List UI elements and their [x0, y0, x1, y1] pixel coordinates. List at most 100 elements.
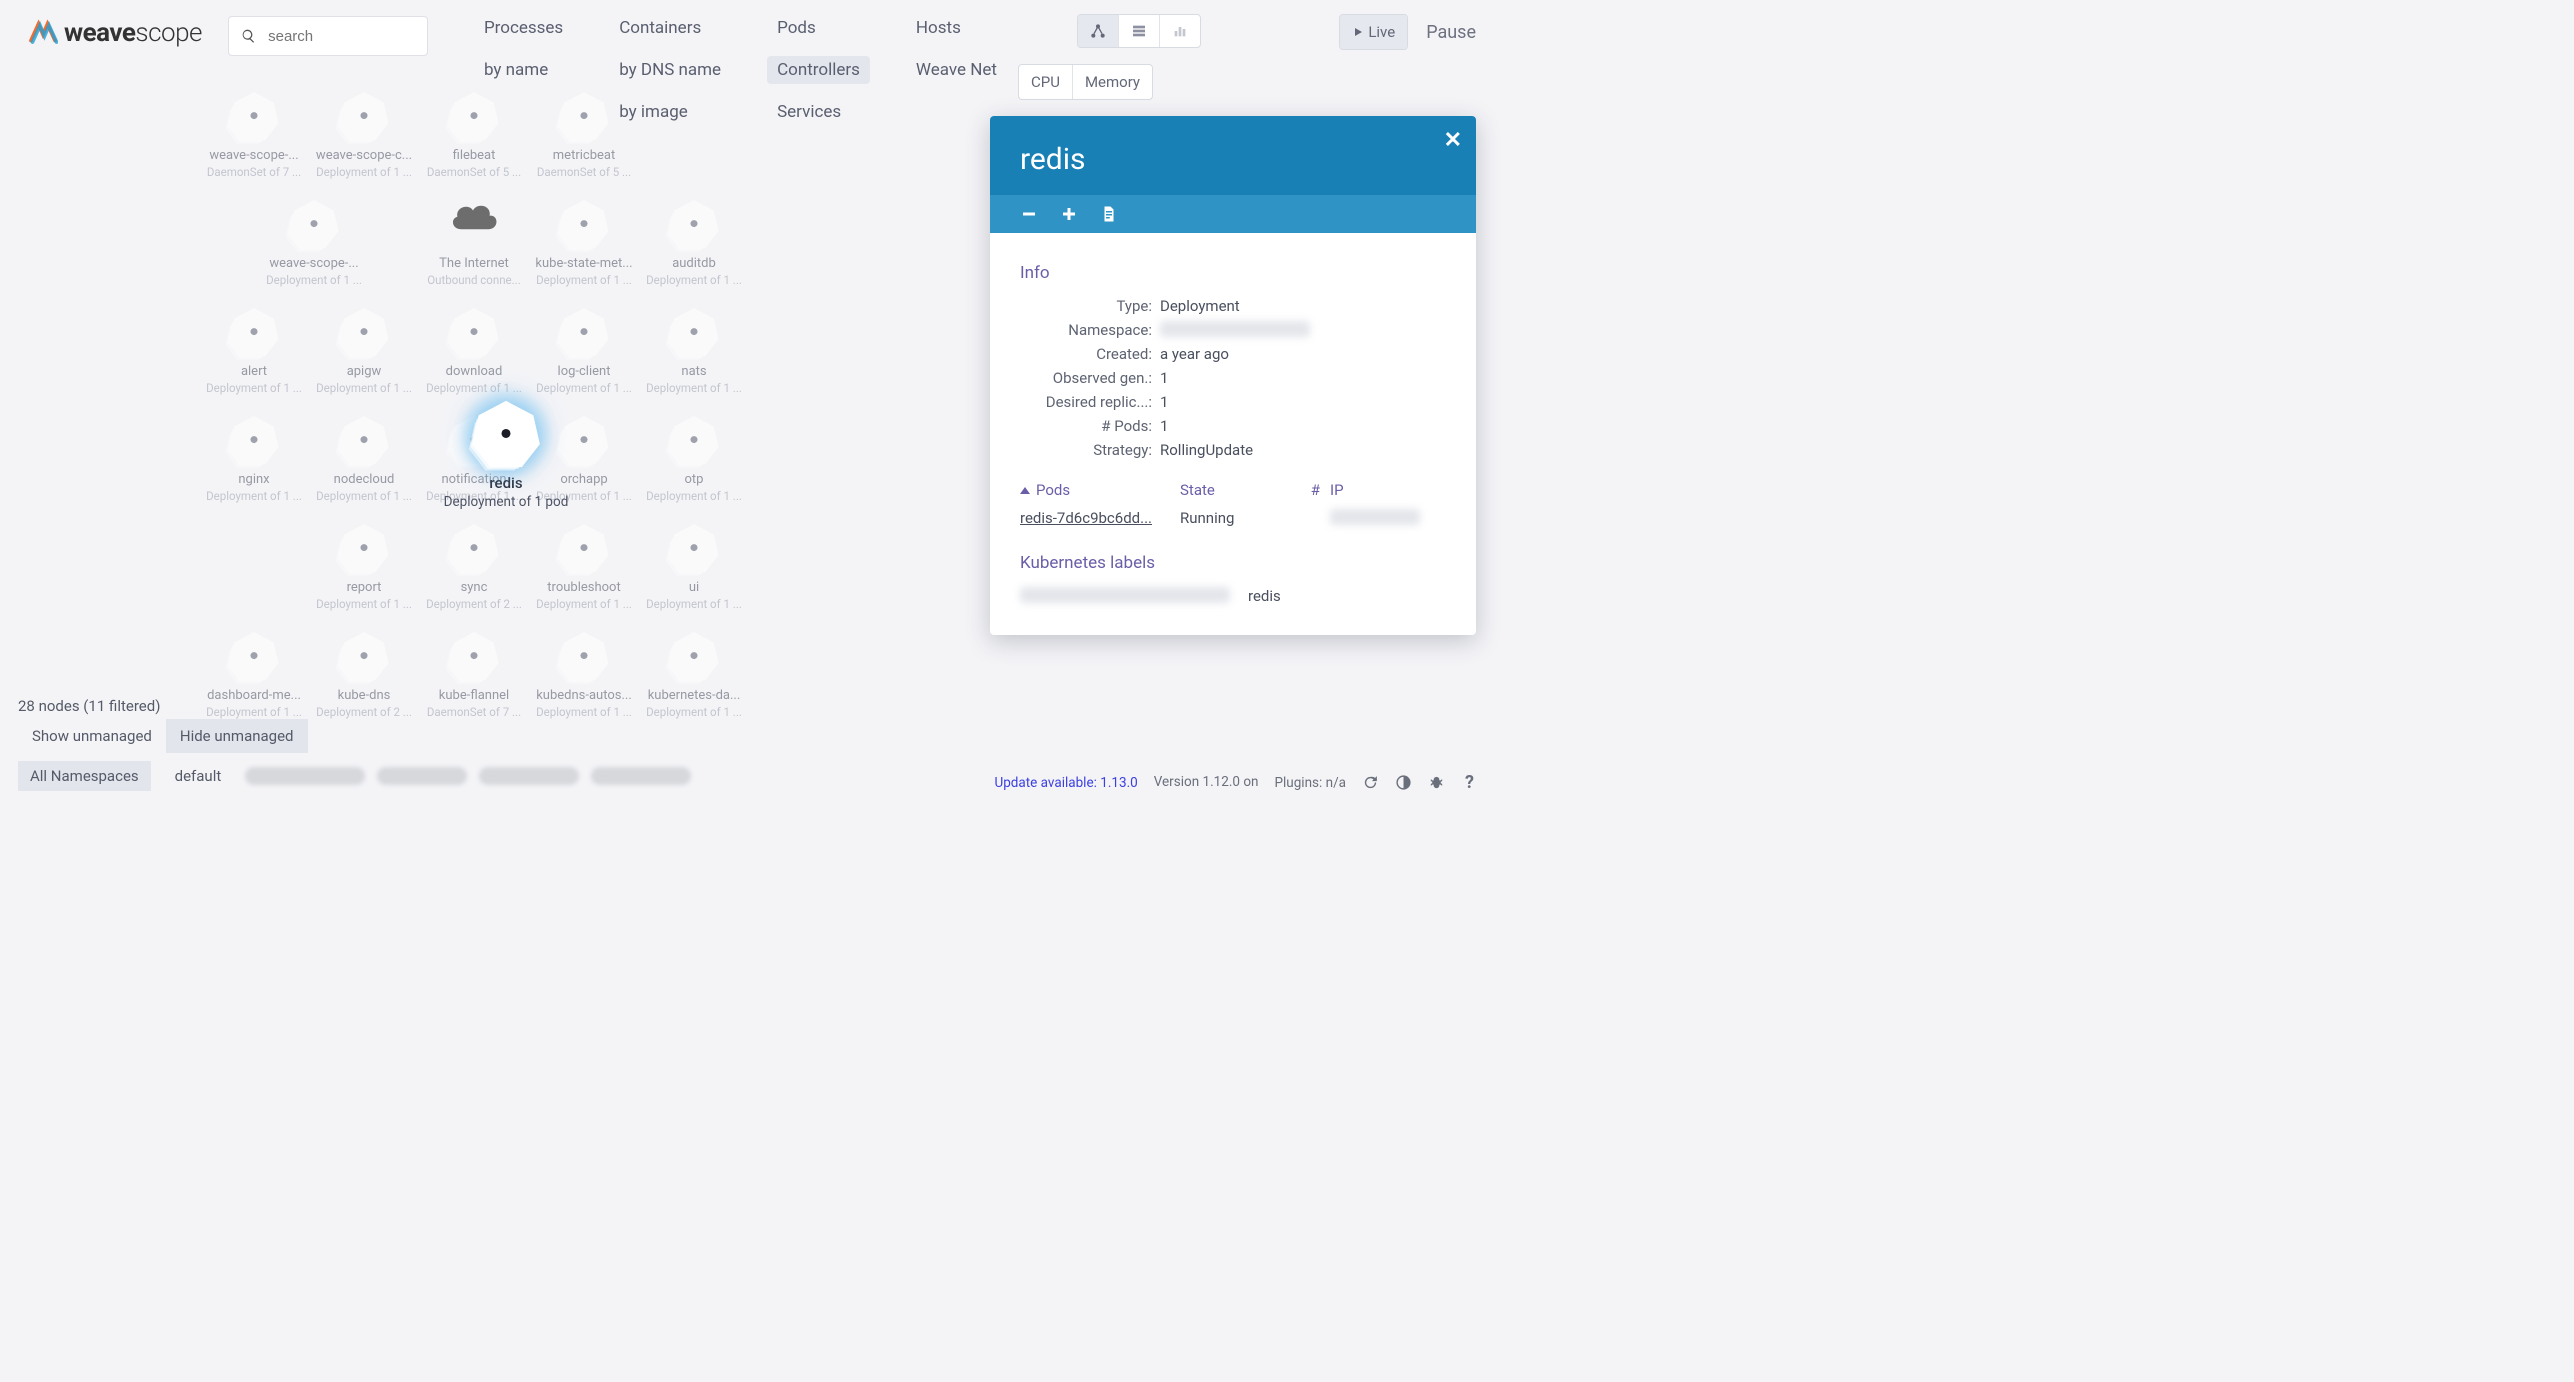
node-label: weave-scope-c...	[316, 148, 412, 163]
info-value: 1	[1160, 417, 1446, 435]
update-available-link[interactable]: Update available: 1.13.0	[994, 775, 1137, 791]
view-sub-controllers[interactable]: Controllers	[767, 56, 870, 84]
pod-link[interactable]: redis-7d6c9bc6dd...	[1020, 509, 1180, 527]
node-nodecloud[interactable]: nodecloudDeployment of 1 ...	[310, 414, 418, 503]
node-sublabel: Deployment of 1 ...	[646, 273, 742, 287]
node-troubleshoot[interactable]: troubleshootDeployment of 1 ...	[530, 522, 638, 611]
col-state[interactable]: State	[1180, 481, 1290, 499]
view-processes[interactable]: Processes	[474, 14, 573, 42]
node-kubedns-autos-[interactable]: kubedns-autos...Deployment of 1 ...	[530, 630, 638, 719]
plugins-text: Plugins: n/a	[1274, 775, 1346, 791]
node-ui[interactable]: uiDeployment of 1 ...	[640, 522, 748, 611]
node-otp[interactable]: otpDeployment of 1 ...	[640, 414, 748, 503]
namespace-blurred[interactable]	[479, 767, 579, 785]
layout-mode-group	[1077, 14, 1201, 48]
node-weave-scope-[interactable]: weave-scope-...Deployment of 1 ...	[260, 198, 368, 287]
search-box[interactable]	[228, 16, 428, 56]
node-kube-flannel[interactable]: kube-flannelDaemonSet of 7 ...	[420, 630, 528, 719]
node-auditdb[interactable]: auditdbDeployment of 1 ...	[640, 198, 748, 287]
view-sub-by-dns-name[interactable]: by DNS name	[609, 56, 731, 84]
node-weave-scope-[interactable]: weave-scope-...DaemonSet of 7 ...	[200, 90, 308, 179]
node-sublabel: DaemonSet of 7 ...	[207, 165, 301, 179]
show-unmanaged[interactable]: Show unmanaged	[18, 719, 166, 753]
hide-unmanaged[interactable]: Hide unmanaged	[166, 719, 308, 753]
detail-panel: ✕ redis Info TypeDeploymentNamespace Cre…	[990, 116, 1476, 635]
search-icon	[241, 27, 256, 45]
node-log-client[interactable]: log-clientDeployment of 1 ...	[530, 306, 638, 395]
node-dashboard-me-[interactable]: dashboard-me...Deployment of 1 ...	[200, 630, 308, 719]
klabel-key	[1020, 587, 1230, 605]
node-sublabel: Deployment of 1 ...	[266, 273, 362, 287]
node-sublabel: Deployment of 1 ...	[646, 489, 742, 503]
node-kubernetes-da-[interactable]: kubernetes-da...Deployment of 1 ...	[640, 630, 748, 719]
info-row: # Pods1	[1020, 417, 1446, 435]
namespace-blurred[interactable]	[591, 767, 691, 785]
node-sublabel: Deployment of 1 ...	[646, 705, 742, 719]
view-sub-weave-net[interactable]: Weave Net	[906, 56, 1007, 84]
live-button[interactable]: Live	[1340, 15, 1407, 49]
node-sublabel: Deployment of 1 ...	[206, 489, 302, 503]
view-sub-by-name[interactable]: by name	[474, 56, 573, 84]
help-icon[interactable]: ?	[1461, 774, 1478, 791]
view-containers[interactable]: Containers	[609, 14, 731, 42]
info-value: 1	[1160, 369, 1446, 387]
layout-resources-button[interactable]	[1159, 15, 1200, 47]
node-report[interactable]: reportDeployment of 1 ...	[310, 522, 418, 611]
contrast-icon[interactable]	[1395, 774, 1412, 791]
node-apigw[interactable]: apigwDeployment of 1 ...	[310, 306, 418, 395]
node-sublabel: Deployment of 1 ...	[536, 381, 632, 395]
node-label: kubedns-autos...	[536, 688, 632, 703]
node-label: dashboard-me...	[207, 688, 301, 703]
close-icon[interactable]: ✕	[1444, 128, 1462, 153]
panel-title: redis	[990, 116, 1476, 195]
plus-icon[interactable]	[1060, 205, 1078, 223]
info-row: Namespace	[1020, 321, 1446, 339]
search-input[interactable]	[268, 28, 415, 45]
layout-graph-button[interactable]	[1078, 15, 1118, 47]
node-nginx[interactable]: nginx Deployment of 1 ...	[200, 414, 308, 503]
view-pods[interactable]: Pods	[767, 14, 870, 42]
refresh-icon[interactable]	[1362, 774, 1379, 791]
version-text: Version 1.12.0 on	[1154, 774, 1259, 790]
node-sublabel: DaemonSet of 5 ...	[427, 165, 521, 179]
layout-table-button[interactable]	[1118, 15, 1159, 47]
col-ip[interactable]: IP	[1320, 481, 1446, 499]
klabels-title: Kubernetes labels	[1020, 553, 1446, 573]
node-the-internet[interactable]: The InternetOutbound conne...	[420, 198, 528, 287]
view-sub-services[interactable]: Services	[767, 98, 870, 126]
pause-button[interactable]: Pause	[1426, 22, 1476, 43]
namespace-blurred[interactable]	[377, 767, 467, 785]
node-download[interactable]: downloadDeployment of 1 ...	[420, 306, 528, 395]
graph-icon	[1090, 23, 1106, 39]
view-hosts[interactable]: Hosts	[906, 14, 1007, 42]
node-label: troubleshoot	[547, 580, 620, 595]
info-value: RollingUpdate	[1160, 441, 1446, 459]
time-mode-group: Live	[1339, 14, 1408, 50]
node-kube-state-met-[interactable]: kube-state-met...Deployment of 1 ...	[530, 198, 638, 287]
view-sub-by-image[interactable]: by image	[609, 98, 731, 126]
node-label: nginx	[238, 472, 269, 487]
node-sublabel: Deployment of 1 pod	[444, 494, 569, 510]
node-weave-scope-c-[interactable]: weave-scope-c...Deployment of 1 ...	[310, 90, 418, 179]
namespace-default[interactable]: default	[163, 761, 234, 791]
bug-icon[interactable]	[1428, 774, 1445, 791]
namespace-blurred[interactable]	[245, 767, 365, 785]
node-label: nodecloud	[334, 472, 395, 487]
node-label: filebeat	[453, 148, 496, 163]
node-kube-dns[interactable]: kube-dnsDeployment of 2 ...	[310, 630, 418, 719]
node-sync[interactable]: syncDeployment of 2 ...	[420, 522, 528, 611]
node-label: The Internet	[439, 256, 509, 271]
minus-icon[interactable]	[1020, 205, 1038, 223]
document-icon[interactable]	[1100, 205, 1118, 223]
node-label: ui	[689, 580, 699, 595]
col-pods[interactable]: Pods	[1020, 481, 1180, 499]
info-key: Namespace	[1020, 321, 1160, 339]
namespace-all[interactable]: All Namespaces	[18, 761, 151, 791]
pod-row: redis-7d6c9bc6dd... Running	[1020, 509, 1446, 527]
node-nats[interactable]: natsDeployment of 1 ...	[640, 306, 748, 395]
info-key: Created	[1020, 345, 1160, 363]
node-alert[interactable]: alertDeployment of 1 ...	[200, 306, 308, 395]
node-redis-selected[interactable]: redis Deployment of 1 pod	[436, 398, 576, 510]
col-count[interactable]: #	[1290, 481, 1320, 499]
logo[interactable]: weavescope	[28, 18, 202, 48]
